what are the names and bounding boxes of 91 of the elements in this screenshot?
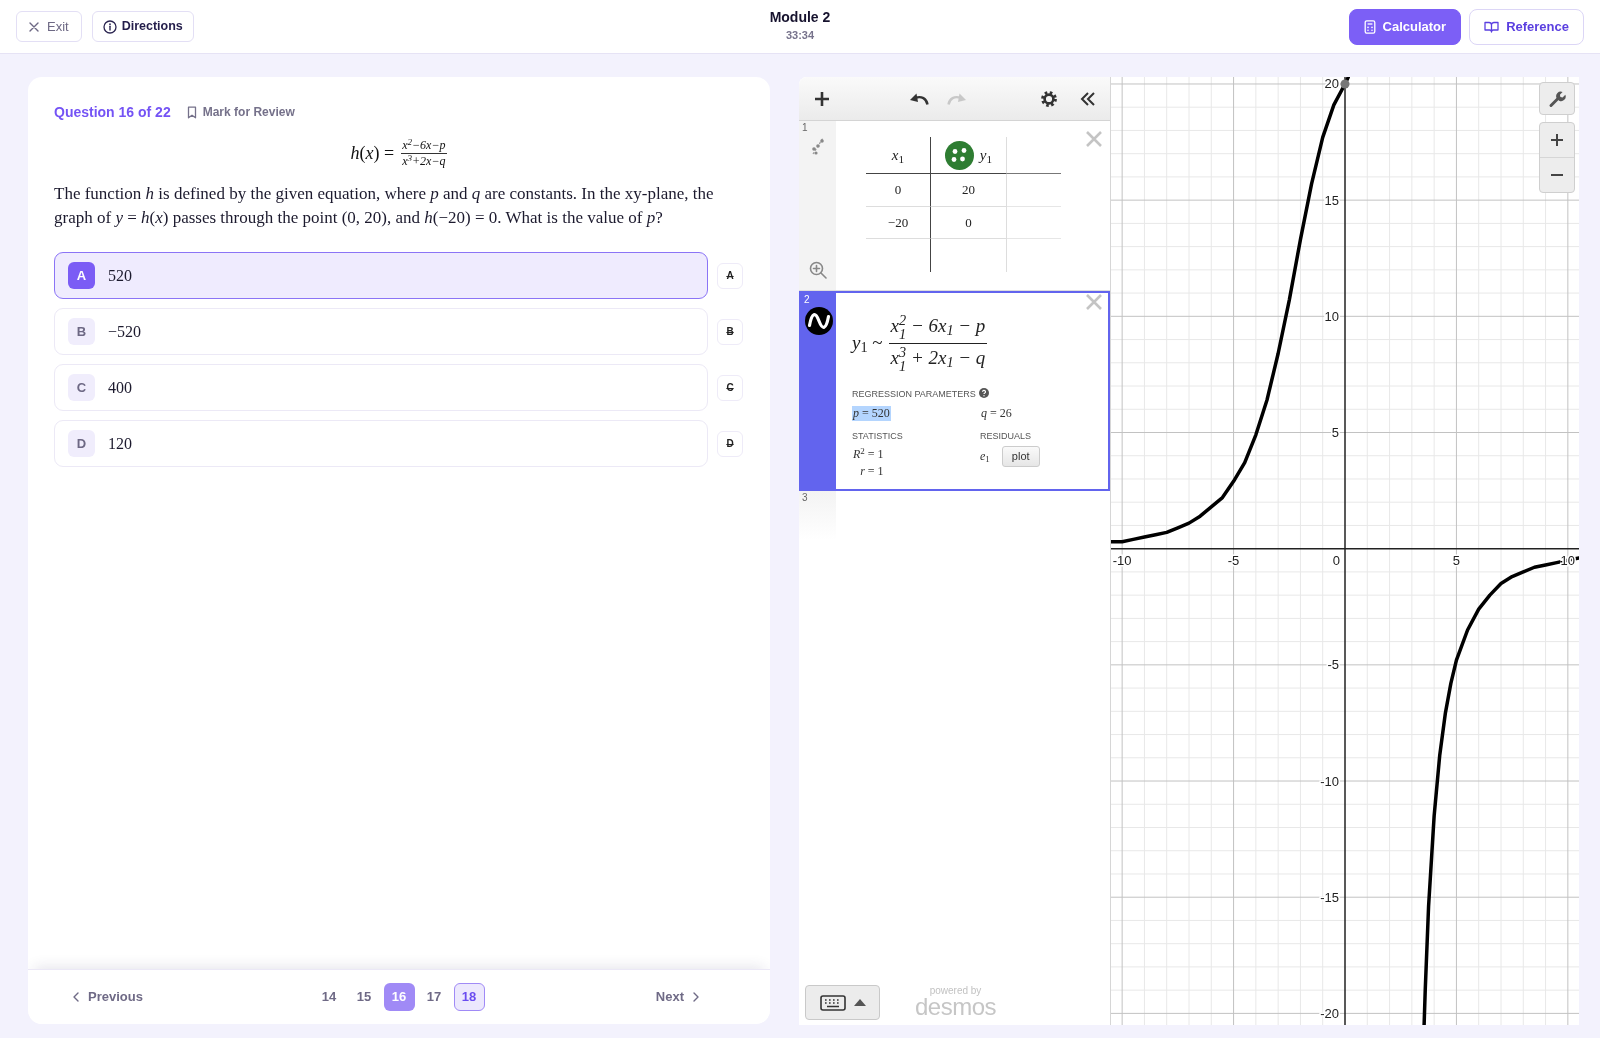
chevron-left-icon	[73, 992, 79, 1002]
section-label: REGRESSION PARAMETERS	[852, 389, 976, 400]
tick-label: -10	[1112, 552, 1132, 568]
chevron-right-icon	[693, 992, 699, 1002]
calculator-button[interactable]: Calculator	[1348, 8, 1462, 45]
info-icon	[102, 19, 117, 34]
answer-option[interactable]: D 120	[54, 420, 708, 467]
minus-icon	[1550, 173, 1564, 177]
keyboard-button[interactable]	[805, 985, 880, 1020]
page-button[interactable]: 18	[453, 983, 485, 1011]
tick-label: 5	[1452, 552, 1461, 568]
scatter-plot-icon	[809, 136, 826, 156]
section-label: RESIDUALS	[980, 431, 1032, 442]
plot-button[interactable]: plot	[1001, 446, 1040, 467]
statistic-value: R$^{2}$ = 1	[853, 446, 884, 463]
strikethrough-button[interactable]: A	[717, 262, 743, 289]
wrench-icon	[1548, 89, 1566, 108]
tick-label: 0	[1332, 552, 1340, 568]
tick-label: -10	[1320, 773, 1339, 789]
tick-label: -15	[1320, 889, 1339, 905]
calculator-icon	[1363, 19, 1376, 34]
option-letter: D	[68, 430, 95, 457]
parameter-value: p = 520	[852, 406, 891, 421]
tick-label: -5	[1327, 657, 1339, 673]
tick-label: 10	[1560, 552, 1576, 568]
table-cell-text: 20	[962, 181, 975, 200]
expression-item[interactable]: 1 x$_{1}$ y$_{1}$ 0 20 −20 0	[799, 121, 1110, 291]
data-point[interactable]	[1340, 79, 1350, 89]
answer-option[interactable]: B −520	[54, 308, 708, 355]
fraction-denominator: x$^{3}$+2x−q	[402, 154, 446, 168]
expression-number: 2	[803, 293, 810, 306]
question-number: Question 16 of 22	[54, 102, 171, 122]
page-button[interactable]: 14	[313, 983, 345, 1011]
strikethrough-button[interactable]: C	[717, 374, 743, 401]
formula-denominator: x$_{1}$$^{3}$ + 2x$_{1}$ − q	[889, 343, 987, 373]
page-button[interactable]: 15	[348, 983, 380, 1011]
expression-number: 1	[801, 121, 808, 134]
reference-button[interactable]: Reference	[1469, 8, 1584, 45]
page-button[interactable]: 17	[418, 983, 450, 1011]
strikethrough-button[interactable]: D	[717, 430, 743, 457]
undo-icon[interactable]	[909, 91, 929, 106]
option-letter: B	[68, 318, 95, 345]
tick-label: 5	[1331, 425, 1339, 440]
equation-lhs: h(x) =	[350, 142, 395, 165]
keyboard-icon	[819, 994, 846, 1011]
fraction-numerator: x$^{2}$−6x−p	[401, 139, 447, 154]
tick-label: 15	[1324, 192, 1339, 208]
exit-button[interactable]: Exit	[16, 11, 82, 42]
expression-number: 3	[801, 491, 808, 504]
section-label: STATISTICS	[852, 431, 903, 442]
caret-up-icon	[853, 999, 866, 1006]
parameter-value: q = 26	[980, 406, 1013, 421]
wave-icon	[804, 307, 833, 335]
close-icon	[29, 21, 39, 32]
strikethrough-button[interactable]: B	[717, 318, 743, 345]
next-button[interactable]: Next	[655, 987, 699, 1007]
table-cell-text: −20	[887, 213, 909, 232]
answer-option[interactable]: A 520	[54, 252, 708, 299]
module-title: Module 2	[769, 8, 831, 26]
plus-icon	[1550, 133, 1564, 147]
column-header: y$_{1}$	[979, 145, 993, 167]
formula-numerator: x$_{1}$$^{2}$ − 6x$_{1}$ − p	[888, 313, 988, 344]
book-icon	[1484, 20, 1500, 33]
column-header: x$_{1}$	[891, 145, 905, 167]
directions-button[interactable]: Directions	[91, 11, 194, 42]
expression-item[interactable]: 2 y$_{1}$ ~ x$_{1}$$^{2}$ − 6x$_{1}$ − p x$_{1}$$^{3}$ + 2x$_{1}$ − q REGRESSION PARAMETERS p = 520 q = 26 STATISTICS RESIDUALS R$^{2}$ = 1 r = 1 e$_{1}$ plot	[799, 291, 1110, 491]
answer-option[interactable]: C 400	[54, 364, 708, 411]
bookmark-icon	[186, 105, 197, 119]
logo-text: desmos	[915, 996, 997, 1018]
tick-label: 10	[1324, 308, 1339, 324]
timer: 33:34	[785, 28, 815, 42]
table-cell-text: 0	[894, 181, 902, 200]
previous-button[interactable]: Previous	[73, 987, 143, 1007]
mark-for-review-button[interactable]: Mark for Review	[186, 103, 295, 121]
double-chevron-left-icon[interactable]	[1080, 91, 1096, 106]
zoom-fit-icon[interactable]	[808, 261, 827, 279]
graph-settings-button[interactable]	[1539, 82, 1575, 115]
tick-label: 20	[1324, 77, 1339, 92]
residual-variable: e$_{1}$	[980, 448, 990, 466]
option-letter: C	[68, 374, 95, 401]
plus-icon[interactable]	[814, 90, 830, 107]
dots-icon[interactable]	[944, 140, 974, 170]
question-text: The function h is defined by the given equation, where p and q are constants. In the xy-plane, the graph of y = h(x) passes through the point (0, 20), and h(−20) = 0. What is the value of p?	[54, 183, 715, 229]
settings-icon[interactable]	[1040, 89, 1058, 108]
statistic-value: r = 1	[860, 463, 884, 480]
table-cell-text: 0	[965, 213, 972, 232]
help-icon[interactable]	[978, 388, 989, 398]
formula-lhs: y$_{1}$ ~	[852, 330, 883, 358]
option-letter: A	[68, 262, 95, 289]
tick-label: -5	[1227, 552, 1240, 568]
tick-label: -20	[1320, 1005, 1339, 1021]
